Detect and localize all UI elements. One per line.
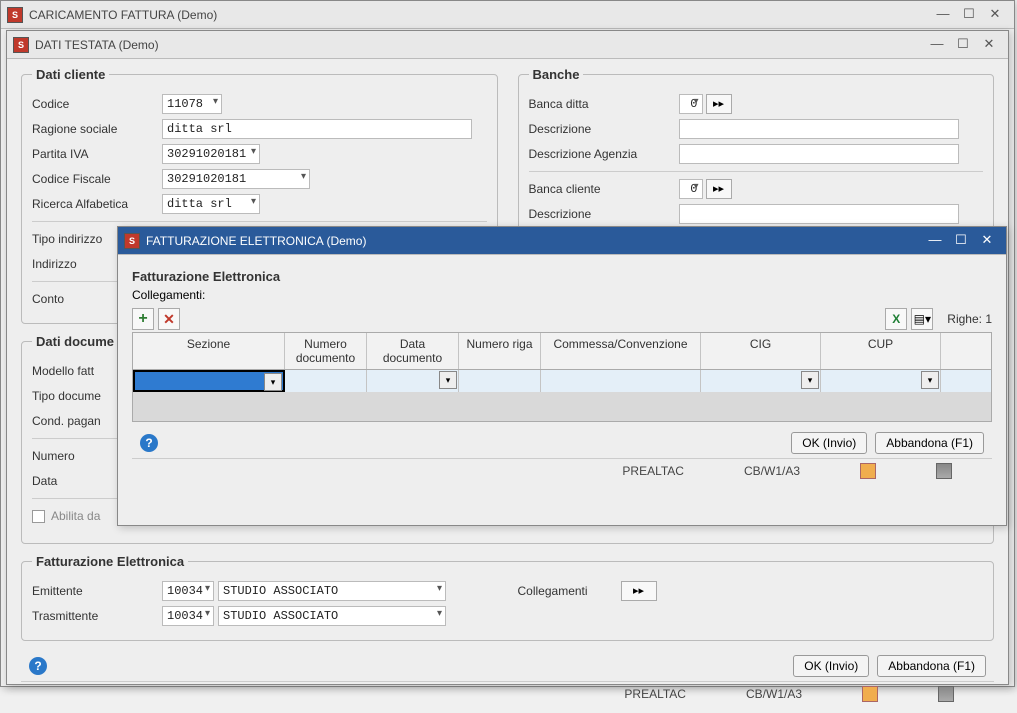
ragione-label: Ragione sociale: [32, 122, 162, 136]
modal-content: Fatturazione Elettronica Collegamenti: +…: [118, 255, 1006, 490]
piva-label: Partita IVA: [32, 147, 162, 161]
col-sezione[interactable]: Sezione: [133, 333, 285, 369]
inner-title: DATI TESTATA (Demo): [35, 38, 924, 52]
col-commessa[interactable]: Commessa/Convenzione: [541, 333, 701, 369]
modal-statusbar: PREALTAC CB/W1/A3: [132, 458, 992, 482]
banca-ditta-agenzia-label: Descrizione Agenzia: [529, 147, 679, 161]
app-icon: S: [7, 7, 23, 23]
codice-label: Codice: [32, 97, 162, 111]
help-icon[interactable]: ?: [29, 657, 47, 675]
ricerca-label: Ricerca Alfabetica: [32, 197, 162, 211]
status-user: PREALTAC: [622, 464, 684, 478]
emittente-label: Emittente: [32, 584, 162, 598]
modal-window: S FATTURAZIONE ELETTRONICA (Demo) — ☐ ✕ …: [117, 226, 1007, 526]
trasmittente-label: Trasmittente: [32, 609, 162, 623]
outer-titlebar: S CARICAMENTO FATTURA (Demo) — ☐ ✕: [1, 1, 1014, 29]
collegamenti-nav-button[interactable]: ▸▸: [621, 581, 657, 601]
modal-collegamenti-label: Collegamenti:: [132, 288, 992, 302]
collegamenti-label: Collegamenti: [518, 584, 618, 598]
col-numero-riga[interactable]: Numero riga: [459, 333, 541, 369]
inner-titlebar: S DATI TESTATA (Demo) — ☐ ✕: [7, 31, 1008, 59]
banca-cliente-descr-input[interactable]: [679, 204, 959, 224]
modal-titlebar: S FATTURAZIONE ELETTRONICA (Demo) — ☐ ✕: [118, 227, 1006, 255]
col-data-documento[interactable]: Data documento: [367, 333, 459, 369]
minimize-button[interactable]: —: [922, 231, 948, 251]
ricerca-input[interactable]: [162, 194, 260, 214]
status-path: CB/W1/A3: [744, 464, 800, 478]
cell-cup[interactable]: ▾: [821, 370, 941, 392]
emittente-name[interactable]: [218, 581, 446, 601]
banca-ditta-descr-label: Descrizione: [529, 122, 679, 136]
chevron-down-icon[interactable]: ▾: [439, 371, 457, 389]
collegamenti-grid: Sezione Numero documento Data documento …: [132, 332, 992, 422]
cell-cig[interactable]: ▾: [701, 370, 821, 392]
delete-row-button[interactable]: ✕: [158, 308, 180, 330]
dati-documento-legend: Dati docume: [32, 334, 118, 349]
abbandona-button[interactable]: Abbandona (F1): [877, 655, 986, 677]
excel-export-button[interactable]: X: [885, 308, 907, 330]
banca-ditta-label: Banca ditta: [529, 97, 679, 111]
row-count-label: Righe: 1: [947, 312, 992, 326]
dati-cliente-legend: Dati cliente: [32, 67, 109, 82]
grid-row[interactable]: ▾ ▾ ▾ ▾: [133, 370, 991, 392]
trasmittente-code[interactable]: [162, 606, 214, 626]
outer-title: CARICAMENTO FATTURA (Demo): [29, 8, 930, 22]
banca-cliente-descr-label: Descrizione: [529, 207, 679, 221]
banca-cliente-nav-button[interactable]: ▸▸: [706, 179, 732, 199]
cf-label: Codice Fiscale: [32, 172, 162, 186]
fatt-elettronica-group: Fatturazione Elettronica Emittente Trasm…: [21, 554, 994, 641]
add-row-button[interactable]: +: [132, 308, 154, 330]
app-icon: S: [124, 233, 140, 249]
close-button[interactable]: ✕: [974, 231, 1000, 251]
chevron-down-icon[interactable]: ▾: [921, 371, 939, 389]
db-icon: [862, 686, 878, 702]
trasmittente-name[interactable]: [218, 606, 446, 626]
minimize-button[interactable]: —: [930, 5, 956, 25]
emittente-code[interactable]: [162, 581, 214, 601]
server-icon: [936, 463, 952, 479]
banca-ditta-descr-input[interactable]: [679, 119, 959, 139]
cell-commessa[interactable]: [541, 370, 701, 392]
app-icon: S: [13, 37, 29, 53]
chevron-down-icon[interactable]: ▾: [264, 373, 282, 391]
server-icon: [938, 686, 954, 702]
col-cig[interactable]: CIG: [701, 333, 821, 369]
ragione-input[interactable]: [162, 119, 472, 139]
db-icon: [860, 463, 876, 479]
abilita-label: Abilita da: [51, 509, 100, 523]
inner-statusbar: PREALTAC CB/W1/A3: [21, 681, 994, 705]
close-button[interactable]: ✕: [982, 5, 1008, 25]
grid-toolbar: + ✕ X ▤▾ Righe: 1: [132, 306, 992, 332]
modal-title: FATTURAZIONE ELETTRONICA (Demo): [146, 234, 922, 248]
cell-data-documento[interactable]: ▾: [367, 370, 459, 392]
modal-section-title: Fatturazione Elettronica: [132, 269, 992, 284]
fatt-elettronica-legend: Fatturazione Elettronica: [32, 554, 188, 569]
banca-cliente-input[interactable]: [679, 179, 703, 199]
banca-ditta-agenzia-input[interactable]: [679, 144, 959, 164]
col-cup[interactable]: CUP: [821, 333, 941, 369]
modal-abbandona-button[interactable]: Abbandona (F1): [875, 432, 984, 454]
cell-numero-documento[interactable]: [285, 370, 367, 392]
banca-ditta-nav-button[interactable]: ▸▸: [706, 94, 732, 114]
ok-button[interactable]: OK (Invio): [793, 655, 869, 677]
columns-config-button[interactable]: ▤▾: [911, 308, 933, 330]
minimize-button[interactable]: —: [924, 35, 950, 55]
banca-ditta-input[interactable]: [679, 94, 703, 114]
banca-cliente-label: Banca cliente: [529, 182, 679, 196]
maximize-button[interactable]: ☐: [950, 35, 976, 55]
codice-input[interactable]: [162, 94, 222, 114]
cell-sezione[interactable]: ▾: [133, 370, 285, 392]
abilita-checkbox[interactable]: [32, 510, 45, 523]
close-button[interactable]: ✕: [976, 35, 1002, 55]
help-icon[interactable]: ?: [140, 434, 158, 452]
chevron-down-icon[interactable]: ▾: [801, 371, 819, 389]
col-numero-documento[interactable]: Numero documento: [285, 333, 367, 369]
piva-input[interactable]: [162, 144, 260, 164]
modal-ok-button[interactable]: OK (Invio): [791, 432, 867, 454]
maximize-button[interactable]: ☐: [948, 231, 974, 251]
cell-numero-riga[interactable]: [459, 370, 541, 392]
cf-input[interactable]: [162, 169, 310, 189]
maximize-button[interactable]: ☐: [956, 5, 982, 25]
banche-legend: Banche: [529, 67, 584, 82]
